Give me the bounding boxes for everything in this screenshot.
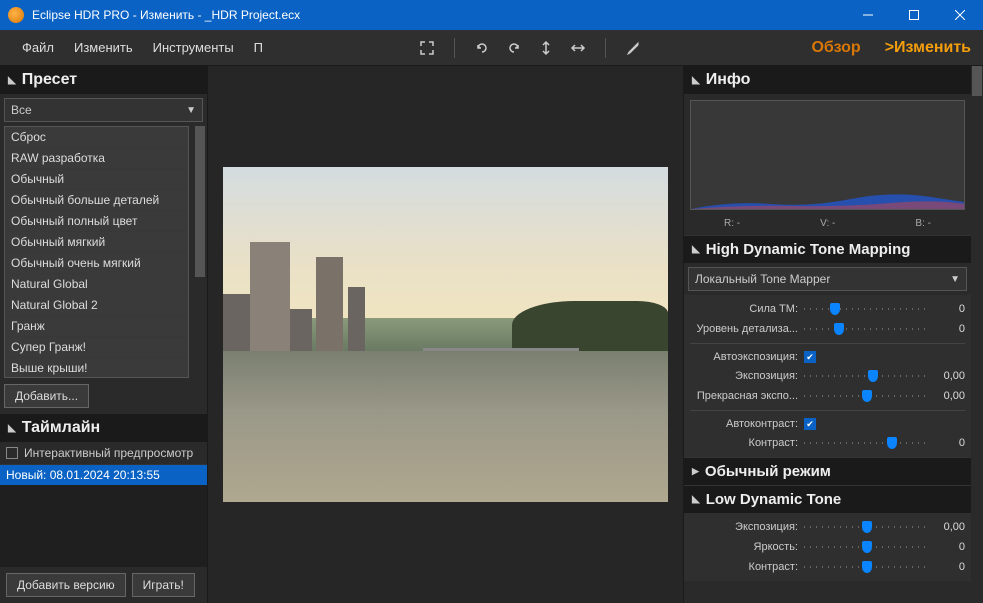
hdtm-section-header[interactable]: High Dynamic Tone Mapping — [684, 235, 971, 263]
autoexposure-checkbox[interactable]: ✔ — [804, 351, 816, 363]
preset-filter-value: Все — [11, 103, 32, 117]
preset-item[interactable]: Natural Global 2 — [5, 295, 188, 316]
fullscreen-icon[interactable] — [418, 39, 436, 57]
right-scrollbar[interactable] — [971, 66, 983, 603]
tab-overview[interactable]: Обзор — [811, 39, 860, 57]
exposure-value: 0,00 — [935, 370, 965, 382]
canvas-area — [208, 66, 683, 603]
menu-tools[interactable]: Инструменты — [143, 34, 244, 61]
detail-level-value: 0 — [935, 323, 965, 335]
hist-r-label: R: - — [724, 218, 740, 229]
histogram-labels: R: - V: - B: - — [684, 216, 971, 235]
hist-b-label: B: - — [915, 218, 931, 229]
preset-filter-dropdown[interactable]: Все ▼ — [4, 98, 203, 122]
preset-item[interactable]: Обычный полный цвет — [5, 211, 188, 232]
detail-level-label: Уровень детализа... — [690, 323, 798, 335]
contrast-slider[interactable] — [804, 436, 929, 450]
info-panel-header[interactable]: Инфо — [684, 66, 971, 94]
preset-item[interactable]: Выше крыши! — [5, 358, 188, 378]
tm-strength-slider[interactable] — [804, 302, 929, 316]
app-logo-icon — [8, 7, 24, 23]
eyedropper-icon[interactable] — [624, 39, 642, 57]
autocontrast-checkbox[interactable]: ✔ — [804, 418, 816, 430]
tone-mapper-value: Локальный Tone Mapper — [695, 272, 830, 286]
tone-mapper-dropdown[interactable]: Локальный Tone Mapper ▼ — [688, 267, 967, 291]
contrast-label: Контраст: — [690, 437, 798, 449]
ldt-brightness-label: Яркость: — [690, 541, 798, 553]
titlebar: Eclipse HDR PRO - Изменить - _HDR Projec… — [0, 0, 983, 30]
preset-panel-header[interactable]: Пресет — [0, 66, 207, 94]
add-version-button[interactable]: Добавить версию — [6, 573, 126, 597]
histogram — [690, 100, 965, 210]
preset-scrollbar[interactable] — [193, 126, 207, 378]
preview-image[interactable] — [223, 167, 668, 502]
timeline-panel-header[interactable]: Таймлайн — [0, 414, 207, 442]
exposure-label: Экспозиция: — [690, 370, 798, 382]
preset-item[interactable]: Обычный мягкий — [5, 232, 188, 253]
menu-p[interactable]: П — [244, 34, 273, 61]
interactive-preview-label: Интерактивный предпросмотр — [24, 446, 193, 460]
maximize-button[interactable] — [891, 0, 937, 30]
normal-mode-section-header[interactable]: Обычный режим — [684, 457, 971, 485]
ldt-section-header[interactable]: Low Dynamic Tone — [684, 485, 971, 513]
ldt-exposure-value: 0,00 — [935, 521, 965, 533]
add-preset-button[interactable]: Добавить... — [4, 384, 89, 408]
ldt-contrast-value: 0 — [935, 561, 965, 573]
tm-strength-value: 0 — [935, 303, 965, 315]
flip-horizontal-icon[interactable] — [569, 39, 587, 57]
fine-exposure-value: 0,00 — [935, 390, 965, 402]
autoexposure-label: Автоэкспозиция: — [690, 351, 798, 363]
preset-item[interactable]: Гранж — [5, 316, 188, 337]
autocontrast-label: Автоконтраст: — [690, 418, 798, 430]
timeline-entry[interactable]: Новый: 08.01.2024 20:13:55 — [0, 465, 207, 485]
ldt-brightness-value: 0 — [935, 541, 965, 553]
ldt-exposure-label: Экспозиция: — [690, 521, 798, 533]
window-title: Eclipse HDR PRO - Изменить - _HDR Projec… — [32, 8, 845, 22]
tab-edit[interactable]: >Изменить — [885, 39, 971, 57]
detail-level-slider[interactable] — [804, 322, 929, 336]
left-panel: Пресет Все ▼ Сброс RAW разработка Обычны… — [0, 66, 208, 603]
preset-item[interactable]: Супер Гранж! — [5, 337, 188, 358]
preset-item[interactable]: Natural Global — [5, 274, 188, 295]
preset-item[interactable]: RAW разработка — [5, 148, 188, 169]
timeline-empty-area — [0, 485, 207, 567]
preset-item[interactable]: Сброс — [5, 127, 188, 148]
play-button[interactable]: Играть! — [132, 573, 195, 597]
tm-strength-label: Сила ТМ: — [690, 303, 798, 315]
ldt-contrast-slider[interactable] — [804, 560, 929, 574]
flip-vertical-icon[interactable] — [537, 39, 555, 57]
fine-exposure-slider[interactable] — [804, 389, 929, 403]
preset-item[interactable]: Обычный очень мягкий — [5, 253, 188, 274]
chevron-down-icon: ▼ — [186, 105, 196, 116]
interactive-preview-row[interactable]: Интерактивный предпросмотр — [0, 442, 207, 465]
preset-item[interactable]: Обычный — [5, 169, 188, 190]
preset-list: Сброс RAW разработка Обычный Обычный бол… — [4, 126, 189, 378]
menu-edit[interactable]: Изменить — [64, 34, 143, 61]
exposure-slider[interactable] — [804, 369, 929, 383]
fine-exposure-label: Прекрасная экспо... — [690, 390, 798, 402]
ldt-contrast-label: Контраст: — [690, 561, 798, 573]
menubar: Файл Изменить Инструменты П Обзор >Измен… — [0, 30, 983, 66]
ldt-brightness-slider[interactable] — [804, 540, 929, 554]
rotate-left-icon[interactable] — [473, 39, 491, 57]
rotate-right-icon[interactable] — [505, 39, 523, 57]
menu-file[interactable]: Файл — [12, 34, 64, 61]
ldt-exposure-slider[interactable] — [804, 520, 929, 534]
chevron-down-icon: ▼ — [950, 274, 960, 285]
contrast-value: 0 — [935, 437, 965, 449]
right-panel: Инфо R: - V: - B: - High Dynamic Tone Ma… — [683, 66, 983, 603]
interactive-preview-checkbox[interactable] — [6, 447, 18, 459]
close-button[interactable] — [937, 0, 983, 30]
hist-v-label: V: - — [820, 218, 835, 229]
preset-item[interactable]: Обычный больше деталей — [5, 190, 188, 211]
minimize-button[interactable] — [845, 0, 891, 30]
